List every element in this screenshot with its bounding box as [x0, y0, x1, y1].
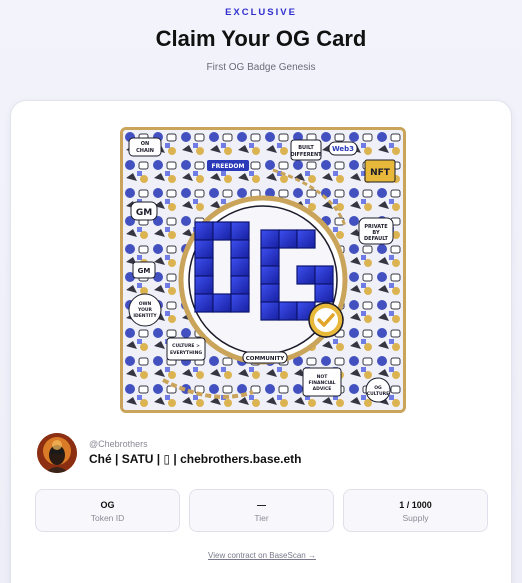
- stat-value: —: [257, 500, 266, 510]
- svg-text:Web3: Web3: [332, 145, 354, 153]
- stat-supply: 1 / 1000 Supply: [343, 489, 488, 532]
- owner-display-name: Ché | SATU | ▯ | chebrothers.base.eth: [89, 452, 302, 466]
- svg-text:EVERYTHING: EVERYTHING: [170, 350, 202, 356]
- stat-token-id: OG Token ID: [35, 489, 180, 532]
- token-stats: OG Token ID — Tier 1 / 1000 Supply: [35, 489, 489, 533]
- stat-label: Supply: [402, 513, 429, 523]
- stat-label: Tier: [254, 513, 269, 523]
- svg-text:YOUR: YOUR: [137, 307, 153, 313]
- owner-handle: @Chebrothers: [89, 439, 148, 449]
- stat-label: Token ID: [90, 513, 125, 523]
- page-title: Claim Your OG Card: [155, 26, 367, 51]
- svg-text:FREEDOM: FREEDOM: [212, 163, 245, 170]
- svg-text:ON: ON: [141, 141, 149, 147]
- svg-text:CULTURE >: CULTURE >: [172, 343, 200, 349]
- og-card-artwork: ON CHAIN FREEDOM BUILT DIFFERENT Web3 NF…: [120, 127, 406, 413]
- page-subtitle: First OG Badge Genesis: [206, 62, 316, 73]
- stat-value: 1 / 1000: [399, 500, 432, 510]
- og-card-image: ON CHAIN FREEDOM BUILT DIFFERENT Web3 NF…: [123, 130, 403, 410]
- avatar: [37, 433, 77, 473]
- svg-text:OG: OG: [374, 385, 382, 391]
- svg-text:CULTURE: CULTURE: [367, 391, 389, 397]
- avatar-image: [37, 433, 77, 473]
- exclusive-kicker: EXCLUSIVE: [225, 7, 297, 18]
- svg-text:GM: GM: [138, 267, 151, 275]
- svg-text:OWN: OWN: [139, 301, 152, 307]
- view-contract-link[interactable]: View contract on BaseScan →: [11, 551, 513, 560]
- svg-text:ADVICE: ADVICE: [313, 386, 332, 392]
- svg-text:FINANCIAL: FINANCIAL: [308, 380, 335, 386]
- svg-text:COMMUNITY: COMMUNITY: [246, 356, 286, 362]
- claim-card: ON CHAIN FREEDOM BUILT DIFFERENT Web3 NF…: [10, 100, 512, 583]
- stat-value: OG: [100, 500, 115, 510]
- svg-text:IDENTITY: IDENTITY: [133, 313, 157, 319]
- svg-text:CHAIN: CHAIN: [136, 148, 154, 154]
- svg-text:NFT: NFT: [370, 168, 391, 178]
- owner-row: @Chebrothers Ché | SATU | ▯ | chebrother…: [37, 431, 497, 473]
- svg-text:BUILT: BUILT: [298, 145, 314, 151]
- svg-text:DEFAULT: DEFAULT: [364, 236, 389, 242]
- svg-text:NOT: NOT: [317, 374, 329, 380]
- stat-tier: — Tier: [189, 489, 334, 532]
- svg-text:GM: GM: [136, 208, 152, 218]
- svg-text:DIFFERENT: DIFFERENT: [290, 152, 322, 158]
